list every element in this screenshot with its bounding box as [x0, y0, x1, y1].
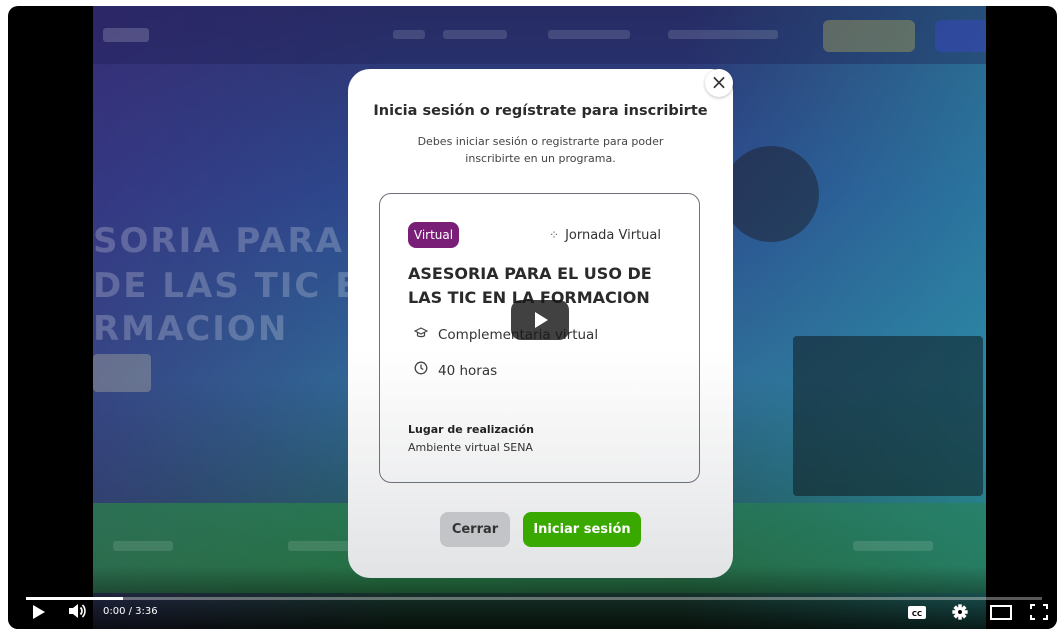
- modal-subtitle: Debes iniciar sesión o registrarte para …: [417, 135, 664, 165]
- background-nav-link: [393, 30, 425, 39]
- background-button: [823, 20, 915, 52]
- background-button: [935, 20, 986, 52]
- background-headline: SORIA PARA E: [93, 221, 384, 261]
- play-icon[interactable]: [33, 605, 45, 619]
- progress-bar[interactable]: [26, 597, 1042, 600]
- background-monitor: [793, 336, 983, 496]
- settings-icon[interactable]: [950, 603, 970, 621]
- schedule-info: ⁘ Jornada Virtual: [549, 228, 661, 243]
- progress-fill: [26, 597, 123, 600]
- background-presenter: [723, 146, 819, 242]
- location-value: Ambiente virtual SENA: [408, 441, 533, 454]
- background-nav-link: [443, 30, 507, 39]
- background-cta: [93, 354, 151, 392]
- graduation-cap-icon: [413, 327, 430, 343]
- cancel-button[interactable]: Cerrar: [440, 512, 510, 547]
- duration-row: 40 horas: [414, 361, 497, 379]
- modal-title: Inicia sesión o regístrate para inscribi…: [373, 103, 708, 119]
- background-text: [113, 541, 173, 551]
- volume-icon[interactable]: [67, 601, 87, 621]
- modality-badge: Virtual: [408, 222, 459, 248]
- background-headline: DE LAS TIC E: [93, 266, 361, 306]
- play-icon: [535, 312, 548, 328]
- login-button[interactable]: Iniciar sesión: [523, 512, 641, 547]
- fullscreen-icon[interactable]: [1029, 603, 1049, 621]
- captions-icon[interactable]: CC: [907, 603, 927, 621]
- schedule-label: Jornada Virtual: [565, 228, 662, 243]
- background-navbar: [93, 6, 986, 64]
- duration: 40 horas: [438, 363, 498, 379]
- background-nav-link: [548, 30, 630, 39]
- close-icon[interactable]: ×: [705, 69, 733, 97]
- background-text: [853, 541, 933, 551]
- background-headline: RMACION: [93, 309, 289, 349]
- background-logo: [103, 28, 149, 42]
- program-type-row: Complementaria virtual: [413, 327, 598, 343]
- background-nav-link: [668, 30, 778, 39]
- location-label: Lugar de realización: [408, 423, 534, 436]
- large-play-button[interactable]: [511, 300, 569, 340]
- loading-sparkle-icon: ⁘: [549, 228, 560, 242]
- time-display: 0:00 / 3:36: [103, 606, 158, 617]
- theater-icon[interactable]: [989, 603, 1013, 621]
- svg-text:CC: CC: [912, 610, 922, 618]
- clock-icon: [414, 361, 430, 379]
